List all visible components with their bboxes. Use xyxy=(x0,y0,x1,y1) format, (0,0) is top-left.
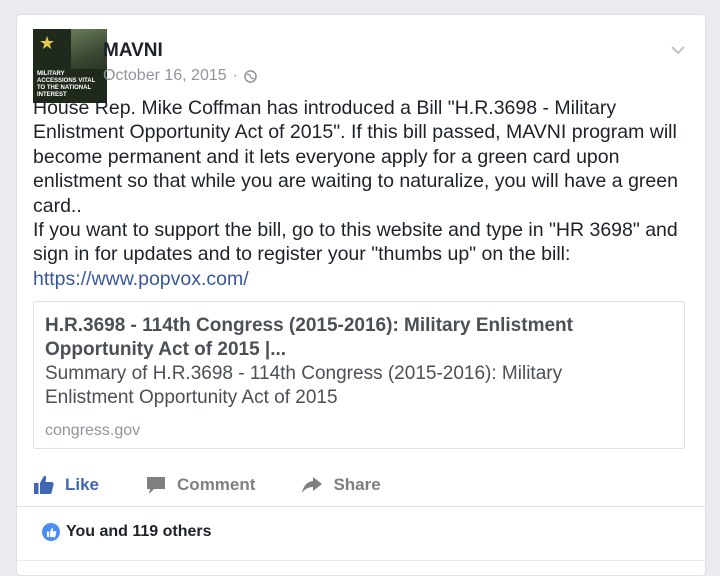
preview-description: Summary of H.R.3698 - 114th Congress (20… xyxy=(45,363,563,408)
reactions-text[interactable]: You and 119 others xyxy=(66,523,212,541)
action-bar: Like Comment Share xyxy=(33,467,689,503)
avatar[interactable]: ★ MILITARY ACCESSIONS VITAL TO THE NATIO… xyxy=(33,29,107,103)
comment-icon xyxy=(147,477,166,494)
preview-domain: congress.gov xyxy=(45,422,141,439)
comment-button[interactable]: Comment xyxy=(145,474,255,496)
like-icon xyxy=(34,475,54,494)
post-date[interactable]: October 16, 2015 xyxy=(103,67,227,85)
like-label: Like xyxy=(65,475,100,494)
post-card: ★ MILITARY ACCESSIONS VITAL TO THE NATIO… xyxy=(16,14,706,576)
divider xyxy=(17,560,705,561)
post-paragraph: House Rep. Mike Coffman has introduced a… xyxy=(33,97,678,217)
like-reaction-icon xyxy=(42,523,60,541)
reactions-summary[interactable]: You and 119 others xyxy=(42,523,212,541)
divider xyxy=(17,506,705,507)
army-star-icon: ★ xyxy=(39,33,56,53)
post-body: House Rep. Mike Coffman has introduced a… xyxy=(33,96,693,291)
comment-label: Comment xyxy=(177,475,256,494)
link-preview[interactable]: H.R.3698 - 114th Congress (2015-2016): M… xyxy=(33,301,685,449)
author-name[interactable]: MAVNI xyxy=(103,40,163,62)
preview-title[interactable]: H.R.3698 - 114th Congress (2015-2016): M… xyxy=(45,314,645,362)
post-link[interactable]: https://www.popvox.com/ xyxy=(33,268,249,290)
post-paragraph: If you want to support the bill, go to t… xyxy=(33,219,678,266)
share-label: Share xyxy=(333,475,381,494)
avatar-text: MILITARY ACCESSIONS VITAL TO THE NATIONA… xyxy=(37,71,96,98)
share-icon xyxy=(302,477,323,493)
post-meta: October 16, 2015 · xyxy=(103,67,257,85)
meta-separator: · xyxy=(232,67,238,84)
avatar-photo xyxy=(71,29,107,69)
chevron-down-icon[interactable] xyxy=(669,41,687,59)
like-button[interactable]: Like xyxy=(33,474,99,496)
globe-icon[interactable] xyxy=(244,69,257,83)
share-button[interactable]: Share xyxy=(301,474,381,496)
